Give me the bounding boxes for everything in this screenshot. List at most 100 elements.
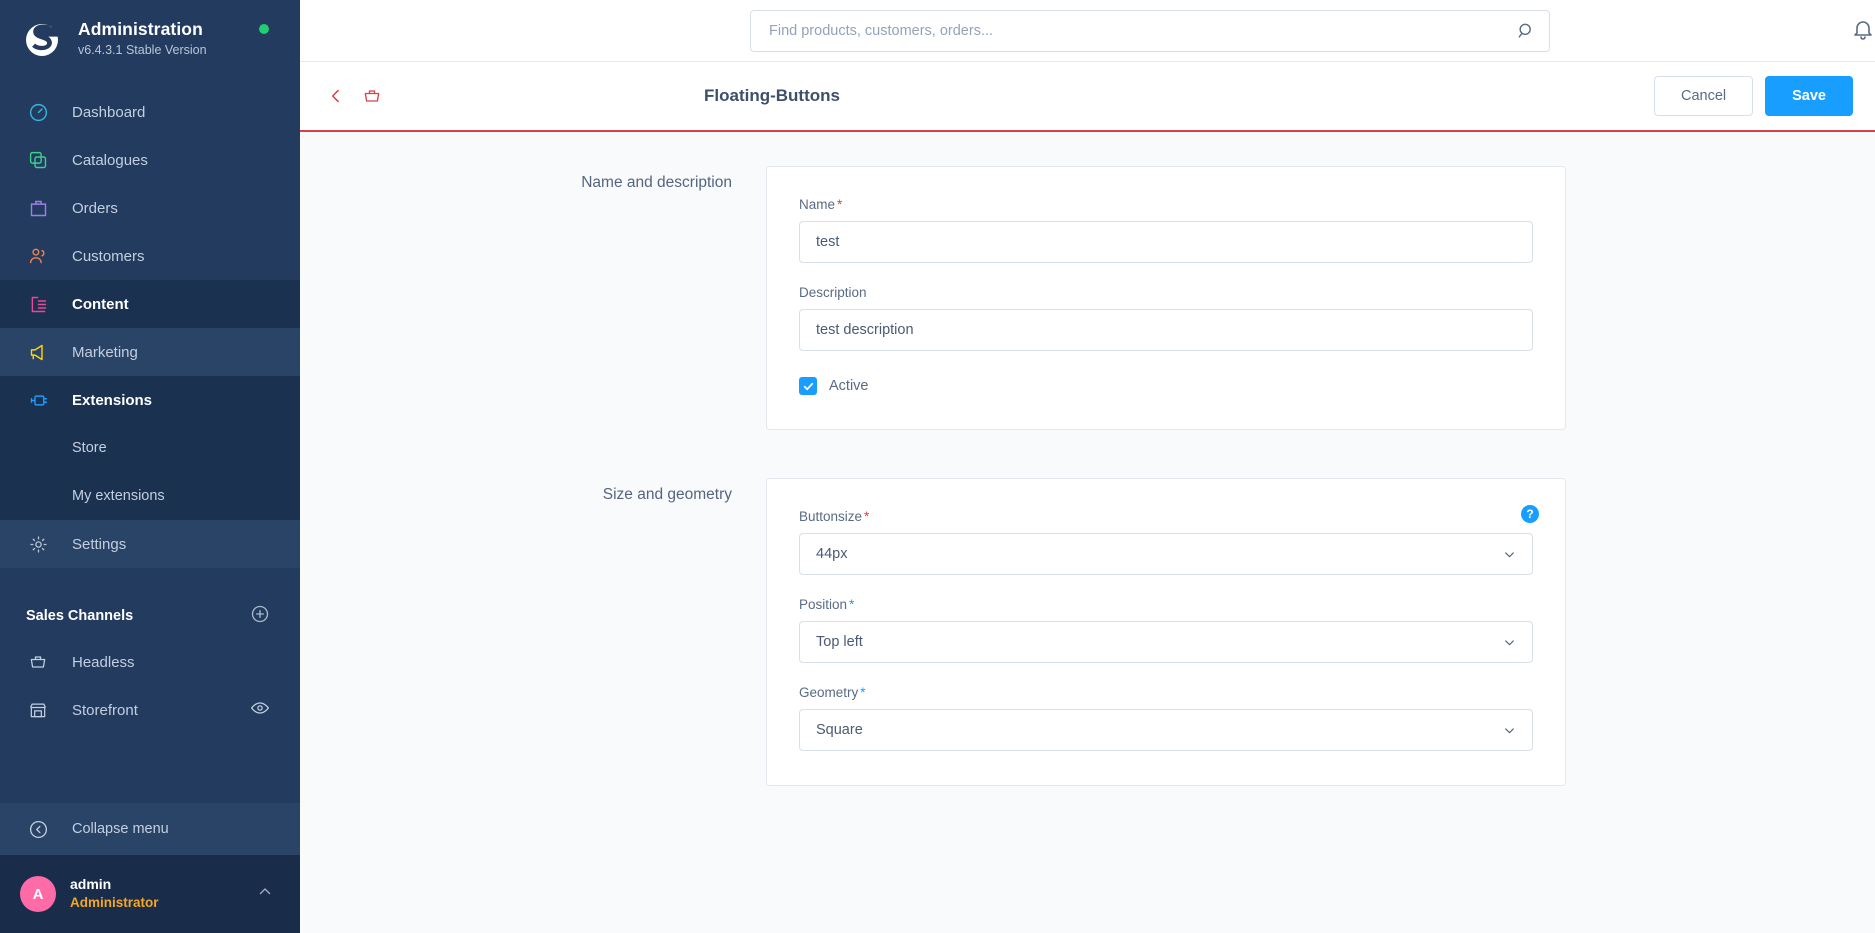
orders-icon [26,196,50,220]
status-indicator-dot [259,24,269,34]
sidebar-flex-spacer [0,734,300,803]
catalogues-icon [26,148,50,172]
basket-icon [26,650,50,674]
field-label-text: Geometry [799,685,859,700]
sidebar-item-label: Orders [72,199,118,217]
field-label: Geometry * [799,685,1533,700]
content-area: Name and description Name* Description [300,132,1875,933]
sidebar-item-dashboard[interactable]: Dashboard [0,88,300,136]
collapse-menu-label: Collapse menu [72,821,169,837]
active-checkbox[interactable] [799,377,817,395]
collapse-menu-button[interactable]: Collapse menu [0,803,300,855]
field-position: Position * [799,597,1533,663]
bell-icon[interactable] [1851,16,1875,42]
field-label: Name * [799,197,1533,212]
field-label-text: Buttonsize [799,509,863,524]
field-label-text: Position [799,597,848,612]
sidebar-item-label: Content [72,295,129,313]
user-name: admin [70,876,112,893]
sidebar-item-content[interactable]: Content [0,280,300,328]
content-icon [26,292,50,316]
field-label-text: Name [799,197,836,212]
sidebar-item-label: Catalogues [72,151,148,169]
sidebar-version: v6.4.3.1 Stable Version [78,43,207,58]
chevron-up-icon[interactable] [256,883,274,906]
field-label: Buttonsize * [799,509,1533,524]
description-input[interactable] [799,309,1533,351]
extensions-icon [26,388,50,412]
field-name: Name * [799,197,1533,263]
sales-channels-header: Sales Channels [0,594,300,638]
card-name-description: Name and description Name* Description [300,166,1875,430]
sales-channels-heading: Sales Channels [26,608,134,624]
card-label: Size and geometry [602,486,732,503]
field-label: Position * [799,597,1533,612]
position-select[interactable] [799,621,1533,663]
basket-icon[interactable] [362,86,382,106]
sidebar-item-store[interactable]: Store [0,424,300,472]
sidebar-item-label: Headless [72,653,135,671]
name-input[interactable] [799,221,1533,263]
chevron-left-icon[interactable] [326,86,346,106]
global-search [750,10,1550,52]
active-checkbox-row[interactable]: Active [799,377,1533,395]
buttonsize-select[interactable] [799,533,1533,575]
collapse-icon [26,817,50,841]
save-button[interactable]: Save [1765,76,1853,116]
sidebar-nav: Dashboard Catalogues Orders Customers Co… [0,88,300,568]
sidebar-item-label: Extensions [72,391,153,409]
sidebar-subitem-label: My extensions [72,488,165,504]
required-asterisk: * [860,685,866,700]
sidebar-item-orders[interactable]: Orders [0,184,300,232]
main-area: Floating-Buttons Cancel Save Name and de… [300,0,1875,933]
field-description: Description [799,285,1533,351]
page-title: Floating-Buttons [704,86,840,105]
sidebar-item-headless[interactable]: Headless [0,638,300,686]
required-asterisk: * [837,197,843,212]
dashboard-icon [26,100,50,124]
sidebar-subitem-label: Store [72,440,107,456]
help-icon[interactable]: ? [1521,505,1539,523]
search-input[interactable] [750,10,1550,52]
gear-icon [26,532,50,556]
sidebar-item-label: Marketing [72,343,138,361]
required-asterisk: * [849,597,855,612]
avatar: A [20,876,56,912]
plus-circle-icon[interactable] [250,604,270,628]
topbar [300,0,1875,62]
shopware-logo-icon [22,18,64,60]
geometry-select[interactable] [799,709,1533,751]
customers-icon [26,244,50,268]
sidebar-item-label: Storefront [72,701,138,719]
sidebar: Administration v6.4.3.1 Stable Version D… [0,0,300,933]
sidebar-item-label: Customers [72,247,145,265]
sidebar-item-extensions[interactable]: Extensions [0,376,300,424]
sidebar-item-storefront[interactable]: Storefront [0,686,300,734]
field-geometry: Geometry * [799,685,1533,751]
sidebar-item-my-extensions[interactable]: My extensions [0,472,300,520]
active-checkbox-label: Active [829,378,869,394]
sidebar-item-customers[interactable]: Customers [0,232,300,280]
sidebar-spacer-small [0,568,300,594]
user-profile-row[interactable]: A admin Administrator [0,855,300,933]
sidebar-item-marketing[interactable]: Marketing [0,328,300,376]
user-role: Administrator [70,895,159,911]
sidebar-item-label: Dashboard [72,103,146,121]
field-buttonsize: Buttonsize * [799,509,1533,575]
eye-icon[interactable] [250,698,270,722]
sidebar-item-catalogues[interactable]: Catalogues [0,136,300,184]
card-label: Name and description [581,174,732,191]
card-size-geometry: Size and geometry ? Buttonsize * 44px Po… [300,478,1875,786]
marketing-icon [26,340,50,364]
sidebar-item-label: Settings [72,535,127,553]
cancel-button[interactable]: Cancel [1653,76,1754,116]
admin-app: Administration v6.4.3.1 Stable Version D… [0,0,1875,933]
store-icon [26,698,50,722]
field-label: Description [799,285,867,300]
page-header: Floating-Buttons Cancel Save [300,62,1875,132]
sidebar-header: Administration v6.4.3.1 Stable Version [0,0,300,74]
search-icon[interactable] [1516,21,1536,41]
sidebar-item-settings[interactable]: Settings [0,520,300,568]
required-asterisk: * [864,509,870,524]
sidebar-title: Administration [78,19,203,40]
